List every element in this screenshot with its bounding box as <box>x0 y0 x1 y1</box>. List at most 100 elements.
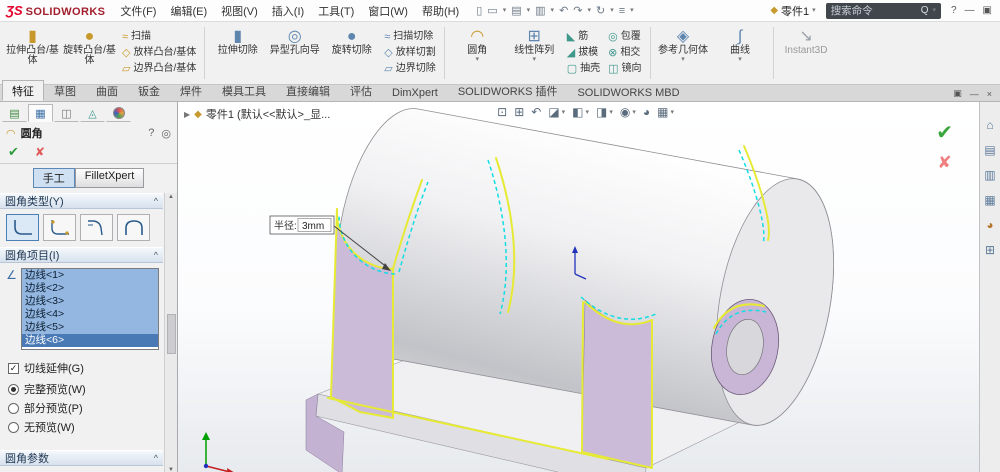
tab-featuremanager-tree[interactable]: ▤ <box>2 104 27 122</box>
radio-icon[interactable] <box>8 421 19 433</box>
full-round-fillet-button[interactable] <box>117 214 150 241</box>
manual-mode-button[interactable]: 手工 <box>32 168 75 188</box>
rib-button[interactable]: ◣ 筋 <box>563 30 604 44</box>
tab-configurationmanager[interactable]: ◫ <box>54 104 79 122</box>
panel-help-icon[interactable]: ? <box>148 127 154 140</box>
fillet-button[interactable]: ◠ 圆角 ▾ <box>449 24 506 82</box>
intersect-button[interactable]: ⊗ 相交 <box>604 46 645 60</box>
view-orientation-icon[interactable]: ◧ ▾ <box>572 105 589 119</box>
tab-solidworks-mbd[interactable]: SOLIDWORKS MBD <box>567 84 689 101</box>
search-caret-icon[interactable]: ▾ <box>932 7 936 14</box>
swept-boss-button[interactable]: ≈ 扫描 <box>118 30 200 44</box>
extrude-boss-button[interactable]: ▮ 拉伸凸台/基体 <box>4 24 61 82</box>
radio-selected-icon[interactable] <box>8 383 19 395</box>
reference-geometry-caret-icon[interactable]: ▾ <box>681 56 685 63</box>
panel-scrollbar[interactable]: ▲ ▼ <box>164 193 177 472</box>
tab-mold-tools[interactable]: 模具工具 <box>212 80 276 101</box>
rebuild-caret-icon[interactable]: ▾ <box>610 7 614 14</box>
tab-dimxpertmanager[interactable]: ◬ <box>80 104 105 122</box>
tab-sketch[interactable]: 草图 <box>44 80 86 101</box>
list-item-edge1[interactable]: 边线<1> <box>22 269 158 282</box>
tab-evaluate[interactable]: 评估 <box>340 80 382 101</box>
menu-view[interactable]: 视图(V) <box>216 2 263 20</box>
tab-displaymanager[interactable] <box>106 104 131 122</box>
hole-wizard-button[interactable]: ◎ 异型孔向导 <box>266 24 323 82</box>
view-settings-icon[interactable]: ▦ ▾ <box>657 105 674 119</box>
scrollbar-thumb[interactable] <box>166 313 176 354</box>
linear-pattern-button[interactable]: ⊞ 线性阵列 ▾ <box>506 24 563 82</box>
appearances-icon[interactable]: ◕ <box>986 218 993 232</box>
draft-button[interactable]: ◢ 拔模 <box>563 46 604 60</box>
rear-bracket[interactable] <box>581 299 653 469</box>
tab-sheet-metal[interactable]: 钣金 <box>128 80 170 101</box>
partial-preview-option[interactable]: 部分预览(P) <box>0 398 163 417</box>
zoom-fit-icon[interactable]: ⊡ <box>497 105 507 119</box>
edit-appearance-icon[interactable]: ◕ <box>643 105 650 119</box>
tab-weldments[interactable]: 焊件 <box>170 80 212 101</box>
design-library-icon[interactable]: ▤ <box>984 143 995 157</box>
variable-size-fillet-button[interactable] <box>43 214 76 241</box>
collapse-icon[interactable]: ^ <box>154 196 158 206</box>
linear-pattern-caret-icon[interactable]: ▾ <box>532 56 536 63</box>
list-item-edge5[interactable]: 边线<5> <box>22 321 158 334</box>
search-input[interactable] <box>830 4 917 17</box>
menu-insert[interactable]: 插入(I) <box>267 2 309 20</box>
redo-caret-icon[interactable]: ▾ <box>588 7 592 14</box>
curves-caret-icon[interactable]: ▾ <box>738 56 742 63</box>
boundary-boss-button[interactable]: ▱ 边界凸台/基体 <box>118 62 200 76</box>
fillet-caret-icon[interactable]: ▾ <box>475 56 479 63</box>
menu-window[interactable]: 窗口(W) <box>363 2 413 20</box>
edge-selection-listbox[interactable]: 边线<1> 边线<2> 边线<3> 边线<4> 边线<5> 边线<6> <box>21 268 159 350</box>
tab-dimxpert[interactable]: DimXpert <box>382 84 448 101</box>
new-file-icon[interactable]: ▯ <box>476 5 482 17</box>
callout-radius-value[interactable]: 3mm <box>302 221 324 232</box>
lofted-boss-button[interactable]: ◇ 放样凸台/基体 <box>118 46 200 60</box>
collapse-icon[interactable]: ^ <box>154 250 158 260</box>
panel-pin-icon[interactable]: ◎ <box>161 127 171 140</box>
feature-tree-flyout[interactable]: ▶ ◆ 零件1 (默认<<默认>_显... <box>184 106 330 122</box>
view-palette-icon[interactable]: ▦ <box>984 193 995 207</box>
expand-arrow-icon[interactable]: ▶ <box>184 110 190 119</box>
list-item-edge3[interactable]: 边线<3> <box>22 295 158 308</box>
tab-surfaces[interactable]: 曲面 <box>86 80 128 101</box>
display-style-icon[interactable]: ◨ ▾ <box>596 105 613 119</box>
cancel-fillet-button[interactable]: ✘ <box>937 153 951 173</box>
window-minimize-icon[interactable]: — <box>965 5 975 16</box>
tangent-propagation-option[interactable]: ✓ 切线延伸(G) <box>0 353 163 379</box>
graphics-area[interactable]: 半径: 3mm ▶ ◆ 零件1 (默认<<默认>_显... ⊡ ⊞ ↶ ◪ ▾ ◧ <box>178 102 979 472</box>
command-search[interactable]: Q ▾ <box>825 2 941 19</box>
save-icon[interactable]: ▤ <box>511 5 521 17</box>
accept-fillet-button[interactable]: ✔ <box>936 120 953 145</box>
mirror-button[interactable]: ◫ 镜向 <box>604 62 645 76</box>
full-preview-option[interactable]: 完整预览(W) <box>0 379 163 398</box>
menu-help[interactable]: 帮助(H) <box>417 2 464 20</box>
scroll-up-icon[interactable]: ▲ <box>168 194 174 200</box>
tab-direct-editing[interactable]: 直接编辑 <box>276 80 340 101</box>
file-explorer-icon[interactable]: ▥ <box>984 168 995 182</box>
options-caret-icon[interactable]: ▾ <box>630 7 634 14</box>
cancel-button[interactable]: ✘ <box>35 145 45 159</box>
swept-cut-button[interactable]: ≈ 扫描切除 <box>380 30 439 44</box>
boundary-cut-button[interactable]: ▱ 边界切除 <box>380 62 439 76</box>
solidworks-resources-icon[interactable]: ⌂ <box>986 118 993 132</box>
search-icon[interactable]: Q <box>921 5 929 16</box>
help-button[interactable]: ? <box>951 5 957 16</box>
part-model[interactable]: 半径: 3mm <box>178 102 979 472</box>
print-caret-icon[interactable]: ▾ <box>551 7 555 14</box>
doc-maximize-icon[interactable]: ▣ <box>953 88 962 99</box>
redo-icon[interactable]: ↷ <box>573 5 582 17</box>
section-items-to-fillet[interactable]: 圆角项目(I) ^ <box>0 247 163 263</box>
menu-tools[interactable]: 工具(T) <box>313 2 359 20</box>
lofted-cut-button[interactable]: ◇ 放样切割 <box>380 46 439 60</box>
menu-edit[interactable]: 编辑(E) <box>165 2 212 20</box>
collapse-icon[interactable]: ^ <box>154 453 158 463</box>
checkbox-checked-icon[interactable]: ✓ <box>8 362 19 374</box>
shell-button[interactable]: ▢ 抽壳 <box>563 62 604 76</box>
save-caret-icon[interactable]: ▾ <box>527 7 531 14</box>
window-maximize-icon[interactable]: ▣ <box>983 5 992 16</box>
doc-close-icon[interactable]: × <box>987 89 992 99</box>
hide-show-items-icon[interactable]: ◉ ▾ <box>620 105 636 119</box>
section-view-icon[interactable]: ◪ ▾ <box>548 105 565 119</box>
options-icon[interactable]: ≡ <box>619 5 625 17</box>
open-caret-icon[interactable]: ▾ <box>503 7 507 14</box>
